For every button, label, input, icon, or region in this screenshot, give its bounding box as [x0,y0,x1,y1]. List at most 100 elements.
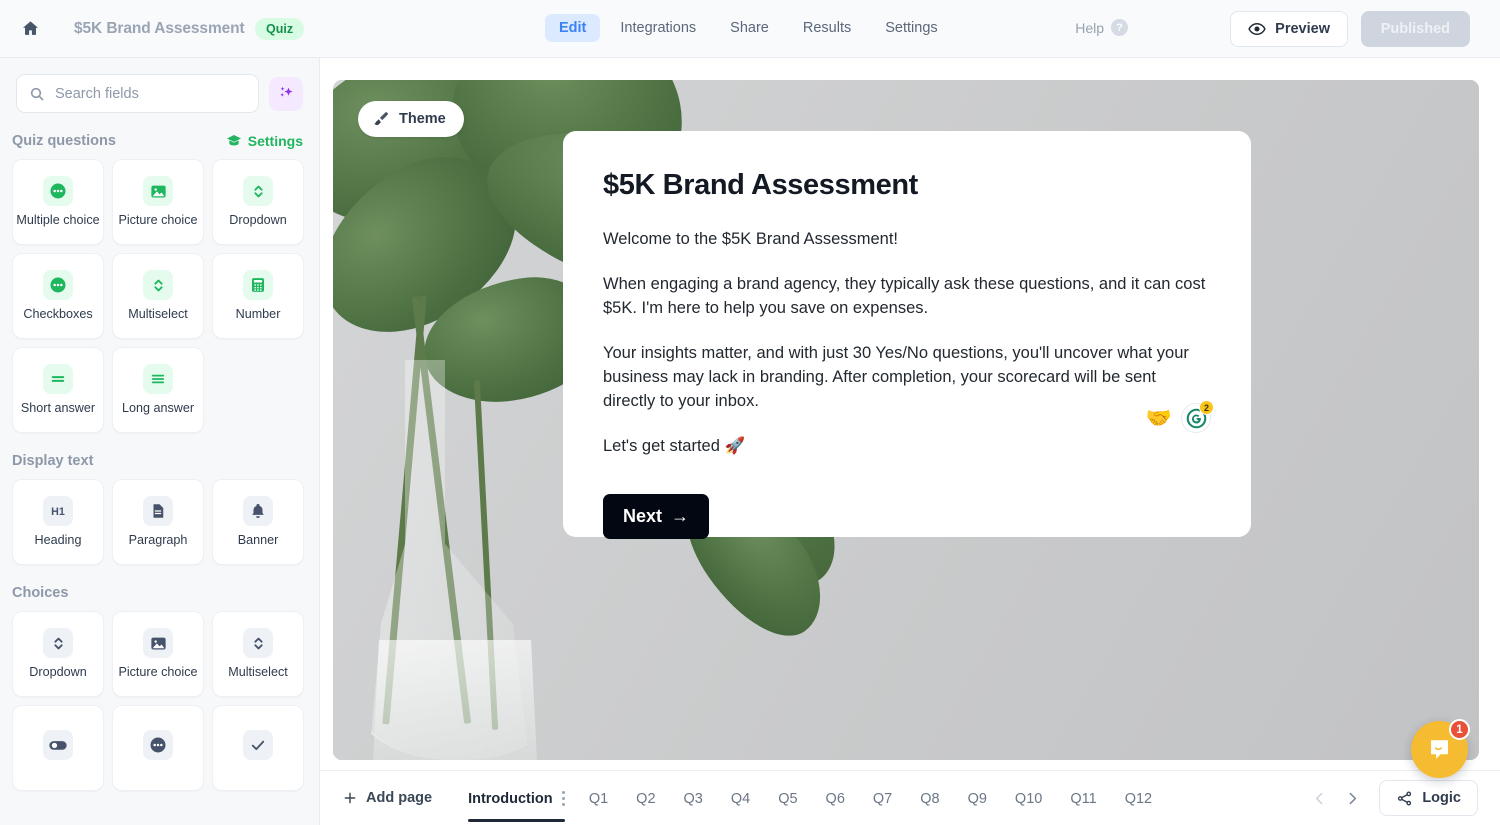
tab-results[interactable]: Results [789,14,865,42]
arrow-right-icon: → [671,506,690,527]
page-options-kebab-icon[interactable] [561,791,565,806]
field-label: Heading [34,533,82,548]
field-card-picture-choice[interactable]: Picture choice [112,159,204,245]
chevron-updown-icon [43,628,73,659]
chevron-updown-icon [243,176,273,207]
paintbrush-icon [374,112,388,126]
ai-assist-button[interactable] [269,76,303,111]
field-card-checkboxes[interactable]: Checkboxes [12,253,104,339]
tab-integrations[interactable]: Integrations [606,14,710,42]
field-card-choices-toggle[interactable] [12,705,104,791]
field-label: Long answer [121,401,195,416]
field-card-number[interactable]: Number [212,253,304,339]
field-card-dropdown[interactable]: Dropdown [212,159,304,245]
tab-share[interactable]: Share [716,14,783,42]
field-card-multiple-choice[interactable]: Multiple choice [12,159,104,245]
bell-icon [243,496,273,527]
handshake-emoji-icon: 🤝 [1145,406,1172,430]
next-label: Next [623,506,663,527]
field-label: Number [235,307,281,322]
page-tab-q1[interactable]: Q1 [575,775,622,822]
form-heading: $5K Brand Assessment [603,169,918,201]
quiz-settings-button[interactable]: Settings [226,133,303,149]
quiz-settings-label: Settings [247,133,303,149]
tab-settings[interactable]: Settings [871,14,951,42]
page-tab-q12[interactable]: Q12 [1111,775,1166,822]
image-icon [143,628,173,659]
help-button[interactable]: Help ? [1075,19,1128,36]
page-tab-q11[interactable]: Q11 [1056,775,1110,822]
logic-button[interactable]: Logic [1379,780,1478,816]
page-tab-q8[interactable]: Q8 [906,775,953,822]
dots-circle-icon [43,270,73,301]
g2-review-badge[interactable]: 2 [1181,400,1214,433]
logic-label: Logic [1422,790,1461,806]
home-button[interactable] [16,15,44,43]
field-card-heading[interactable]: H1 Heading [12,479,104,565]
page-tab-list: Introduction Q1 Q2 Q3 Q4 Q5 Q6 Q7 Q8 Q9 … [454,775,1311,822]
published-button[interactable]: Published [1360,11,1470,47]
field-card-choices-multiselect[interactable]: Multiselect [212,611,304,697]
g2-badge-count: 2 [1199,400,1214,415]
page-tab-q7[interactable]: Q7 [859,775,906,822]
field-label: Dropdown [229,213,287,228]
page-tab-q6[interactable]: Q6 [812,775,859,822]
page-tab-q2[interactable]: Q2 [622,775,669,822]
chat-unread-badge: 1 [1449,719,1470,740]
form-preview-stage: Theme $5K Brand Assessment Welcome to th… [333,80,1479,760]
field-card-choices-dropdown[interactable]: Dropdown [12,611,104,697]
long-lines-icon [143,364,173,395]
field-card-choices-picture-choice[interactable]: Picture choice [112,611,204,697]
field-card-long-answer[interactable]: Long answer [112,347,204,433]
chat-launcher-button[interactable]: 1 [1411,719,1470,778]
search-input[interactable] [55,85,246,102]
section-title: Quiz questions [12,133,116,149]
form-paragraph-1: Welcome to the $5K Brand Assessment! [603,230,899,248]
field-card-banner[interactable]: Banner [212,479,304,565]
tab-edit[interactable]: Edit [545,14,601,42]
preview-button[interactable]: Preview [1230,11,1348,47]
chevron-right-icon [1349,792,1357,804]
document-icon [143,496,173,527]
image-icon [143,176,173,207]
prev-page-button[interactable] [1311,790,1328,807]
page-tab-q10[interactable]: Q10 [1001,775,1056,822]
page-tab-q5[interactable]: Q5 [764,775,811,822]
status-badge: Quiz [255,17,305,40]
chat-bubble-icon [1431,740,1448,759]
section-title: Choices [12,585,69,601]
quiz-question-field-grid: Multiple choice Picture choice Dropdown … [0,159,319,433]
field-card-multiselect[interactable]: Multiselect [112,253,204,339]
page-tab-q3[interactable]: Q3 [670,775,717,822]
field-label: Picture choice [118,665,198,680]
page-tab-q9[interactable]: Q9 [954,775,1001,822]
section-header-choices: Choices [0,565,319,611]
field-card-short-answer[interactable]: Short answer [12,347,104,433]
dots-circle-icon [43,176,73,207]
field-card-paragraph[interactable]: Paragraph [112,479,204,565]
next-button[interactable]: Next → [603,494,710,540]
page-tab-q4[interactable]: Q4 [717,775,764,822]
share-nodes-icon [1398,791,1412,805]
field-card-choices-multiple-choice[interactable] [112,705,204,791]
next-page-button[interactable] [1344,790,1361,807]
published-label: Published [1380,21,1450,37]
home-icon [22,21,38,35]
theme-button[interactable]: Theme [358,101,464,137]
top-bar: $5K Brand Assessment Quiz Edit Integrati… [0,0,1500,58]
page-tab-introduction[interactable]: Introduction [454,775,575,822]
field-label: Multiselect [228,665,288,680]
form-paragraph-3: Your insights matter, and with just 30 Y… [603,343,1189,410]
add-page-button[interactable]: Add page [342,790,432,806]
search-icon [30,87,44,101]
form-intro-card: $5K Brand Assessment Welcome to the $5K … [563,131,1251,540]
plus-icon [344,792,356,804]
display-text-field-grid: H1 Heading Paragraph Banner [0,479,319,565]
search-field-wrapper[interactable] [16,74,259,113]
form-paragraph-2: When engaging a brand agency, they typic… [603,274,1206,317]
field-card-choices-checkbox[interactable] [212,705,304,791]
h1-icon: H1 [43,496,73,527]
form-canvas: Theme $5K Brand Assessment Welcome to th… [320,58,1500,770]
short-lines-icon [43,364,73,395]
form-paragraph-4: Let's get started 🚀 [603,436,746,455]
